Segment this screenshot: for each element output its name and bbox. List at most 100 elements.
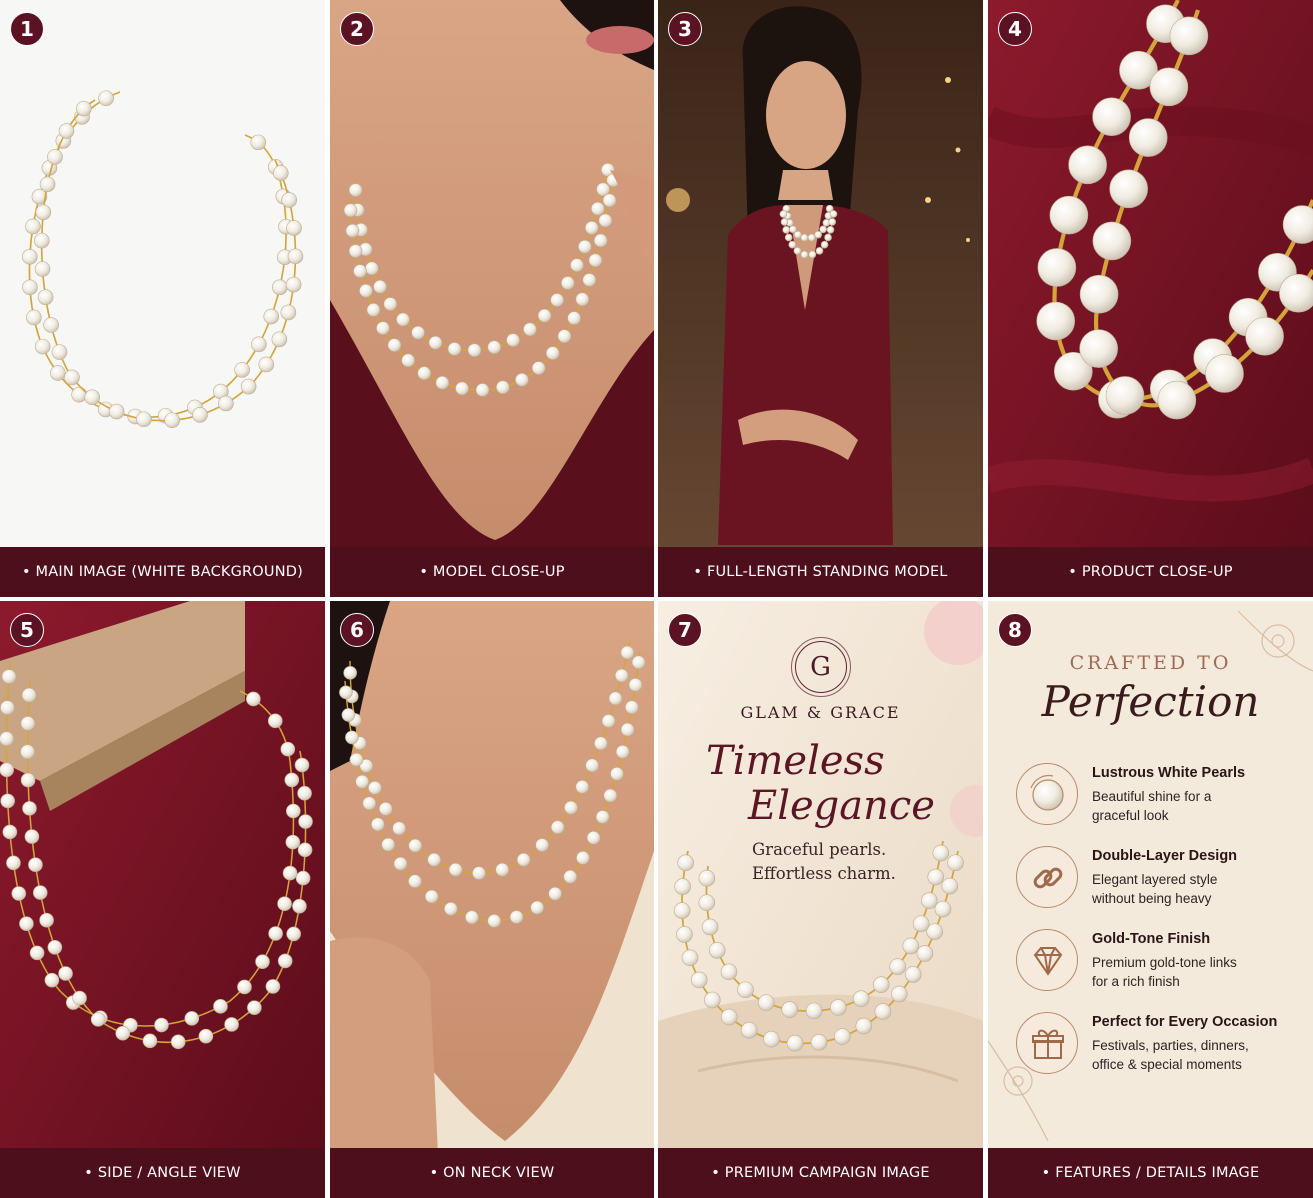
pearl bbox=[1036, 301, 1076, 341]
pearl bbox=[826, 225, 835, 234]
pearl bbox=[218, 395, 234, 412]
pearl bbox=[620, 645, 635, 660]
pearl bbox=[75, 100, 92, 117]
pearl bbox=[681, 949, 699, 967]
feature-title: Gold-Tone Finish bbox=[1092, 931, 1211, 947]
panel-campaign-image[interactable]: G GLAM & GRACE Timeless Elegance Gracefu… bbox=[658, 601, 983, 1198]
pearl bbox=[345, 730, 359, 745]
panel-caption: • ON NECK VIEW bbox=[330, 1148, 654, 1198]
pearl bbox=[701, 918, 719, 936]
panel-number-badge: 5 bbox=[10, 613, 44, 647]
pearl bbox=[383, 297, 398, 311]
pearl bbox=[255, 954, 270, 969]
pearl bbox=[345, 223, 360, 238]
pearl bbox=[417, 366, 432, 380]
pearl bbox=[43, 317, 59, 333]
pearl bbox=[828, 218, 837, 226]
pearl bbox=[561, 276, 575, 290]
pearl bbox=[287, 248, 304, 265]
panel-side-angle-view[interactable]: 5 • SIDE / ANGLE VIEW bbox=[0, 601, 325, 1198]
pearl bbox=[396, 312, 410, 327]
panel-on-neck-view[interactable]: 6 • ON NECK VIEW bbox=[330, 601, 654, 1198]
pearl bbox=[115, 1025, 131, 1041]
pearl bbox=[805, 1002, 823, 1020]
pearl bbox=[628, 678, 643, 692]
pearl bbox=[424, 889, 439, 904]
pearl bbox=[941, 877, 959, 895]
pearl bbox=[21, 248, 38, 265]
pearl bbox=[250, 134, 267, 151]
pearl bbox=[408, 874, 422, 889]
pearl bbox=[594, 736, 608, 751]
pearl bbox=[810, 1033, 828, 1051]
pearl bbox=[904, 966, 922, 983]
pearl bbox=[852, 990, 870, 1007]
pearl bbox=[874, 1003, 892, 1020]
pearl bbox=[1109, 169, 1148, 209]
diamond-icon bbox=[1016, 929, 1078, 991]
pearl bbox=[615, 744, 630, 759]
pearl bbox=[272, 279, 288, 296]
pearl bbox=[20, 772, 36, 788]
pearl bbox=[284, 772, 300, 788]
pearl bbox=[286, 220, 302, 236]
pearl bbox=[575, 292, 590, 307]
pearl bbox=[258, 356, 275, 373]
panel-main-image[interactable]: 1 • MAIN IMAGE (WHITE BACKGROUND) bbox=[0, 0, 325, 597]
pearl bbox=[548, 886, 562, 901]
pearl bbox=[435, 375, 450, 390]
pearl bbox=[782, 226, 791, 234]
pearl bbox=[224, 1017, 239, 1032]
pearl bbox=[1105, 376, 1145, 415]
pearl bbox=[33, 232, 50, 249]
pearl bbox=[393, 856, 408, 871]
pearl bbox=[0, 762, 14, 778]
pearl bbox=[704, 991, 721, 1009]
pearl bbox=[588, 253, 603, 268]
pearl bbox=[198, 1028, 214, 1044]
pearl bbox=[20, 716, 36, 731]
pearl bbox=[240, 378, 257, 395]
pearl bbox=[582, 273, 597, 287]
panel-product-close-up[interactable]: 4 • PRODUCT CLOSE-UP bbox=[988, 0, 1313, 597]
panel-caption: • FEATURES / DETAILS IMAGE bbox=[988, 1148, 1313, 1198]
pearl bbox=[784, 233, 793, 242]
pearl bbox=[427, 852, 441, 867]
pearl bbox=[625, 700, 639, 715]
pearl bbox=[820, 240, 829, 249]
pearl bbox=[465, 910, 479, 925]
pearl bbox=[408, 838, 423, 853]
pearl bbox=[6, 855, 21, 871]
pearl bbox=[1068, 145, 1107, 185]
pearl bbox=[392, 821, 406, 836]
panel-model-close-up[interactable]: 2 • MODEL CLOSE-UP bbox=[330, 0, 654, 597]
pearl bbox=[280, 304, 297, 321]
pearl bbox=[1092, 221, 1132, 261]
panel-full-length-model[interactable]: 3 • FULL-LENGTH STANDING MODEL bbox=[658, 0, 983, 597]
standing-model-photo bbox=[658, 0, 983, 597]
pearl bbox=[593, 233, 608, 248]
pearl bbox=[720, 1008, 738, 1026]
brand-monogram-logo: G bbox=[790, 637, 851, 697]
panel-features-details[interactable]: CRAFTED TO Perfection Lustrous White Pea… bbox=[988, 601, 1313, 1198]
pearl bbox=[614, 668, 629, 683]
feature-item: Perfect for Every Occasion Festivals, pa… bbox=[988, 1012, 1313, 1082]
pearl bbox=[26, 309, 42, 326]
pearl bbox=[298, 814, 313, 829]
pearl bbox=[833, 1028, 851, 1045]
pearl bbox=[1279, 273, 1313, 313]
pearl bbox=[22, 801, 37, 816]
listing-image-grid: 1 • MAIN IMAGE (WHITE BACKGROUND) 2 • MO… bbox=[0, 0, 1313, 1198]
pearl bbox=[251, 336, 267, 353]
pearl bbox=[1128, 118, 1168, 157]
pearl bbox=[285, 276, 302, 293]
gift-icon bbox=[1016, 1012, 1078, 1074]
panel-number-badge: 7 bbox=[668, 613, 702, 647]
pearl bbox=[786, 1034, 804, 1052]
pearl bbox=[912, 915, 930, 933]
pearl bbox=[448, 862, 463, 877]
pearl bbox=[1157, 380, 1197, 420]
pearl bbox=[829, 210, 838, 218]
pearl bbox=[819, 225, 827, 234]
pearl bbox=[32, 885, 48, 900]
